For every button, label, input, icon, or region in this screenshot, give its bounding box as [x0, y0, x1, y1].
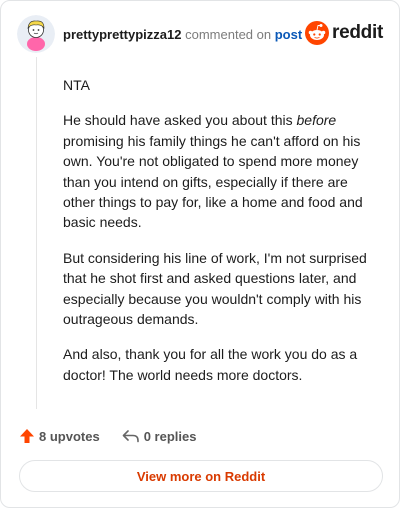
- reply-count: 0 replies: [143, 428, 197, 444]
- reddit-brand[interactable]: reddit: [305, 19, 383, 47]
- reddit-logo-icon: [305, 21, 330, 45]
- avatar-icon[interactable]: [17, 15, 55, 53]
- reddit-wordmark: reddit: [332, 22, 383, 43]
- post-link[interactable]: post: [275, 27, 302, 42]
- comment-actions: 8 upvotes 0 replies: [19, 425, 218, 447]
- comment-paragraph: NTA: [63, 77, 90, 93]
- comment-paragraph: He should have asked you about this befo…: [63, 110, 383, 232]
- comment-text: promising his family things he can't aff…: [63, 132, 363, 231]
- view-more-button[interactable]: View more on Reddit: [19, 460, 383, 492]
- upvote-count: 8 upvotes: [39, 428, 100, 444]
- reply-arrow-icon: [122, 430, 139, 443]
- commented-on-text: commented on: [185, 27, 272, 42]
- comment-paragraph: But considering his line of work, I'm no…: [63, 249, 367, 328]
- comment-card: prettyprettypizza12 commented on post re…: [0, 0, 400, 508]
- upvote-arrow-icon: [20, 429, 34, 443]
- thread-line: [36, 57, 37, 409]
- username-link[interactable]: prettyprettypizza12: [63, 27, 181, 42]
- comment-text: He should have asked you about this: [63, 112, 297, 129]
- comment-body: NTA He should have asked you about this …: [63, 75, 383, 400]
- upvote-button[interactable]: 8 upvotes: [19, 428, 100, 444]
- comment-header: prettyprettypizza12 commented on post re…: [17, 15, 383, 55]
- comment-paragraph: And also, thank you for all the work you…: [63, 346, 358, 383]
- reply-button[interactable]: 0 replies: [122, 428, 197, 444]
- comment-meta: prettyprettypizza12 commented on post: [63, 27, 302, 42]
- comment-emphasis: before: [296, 112, 337, 129]
